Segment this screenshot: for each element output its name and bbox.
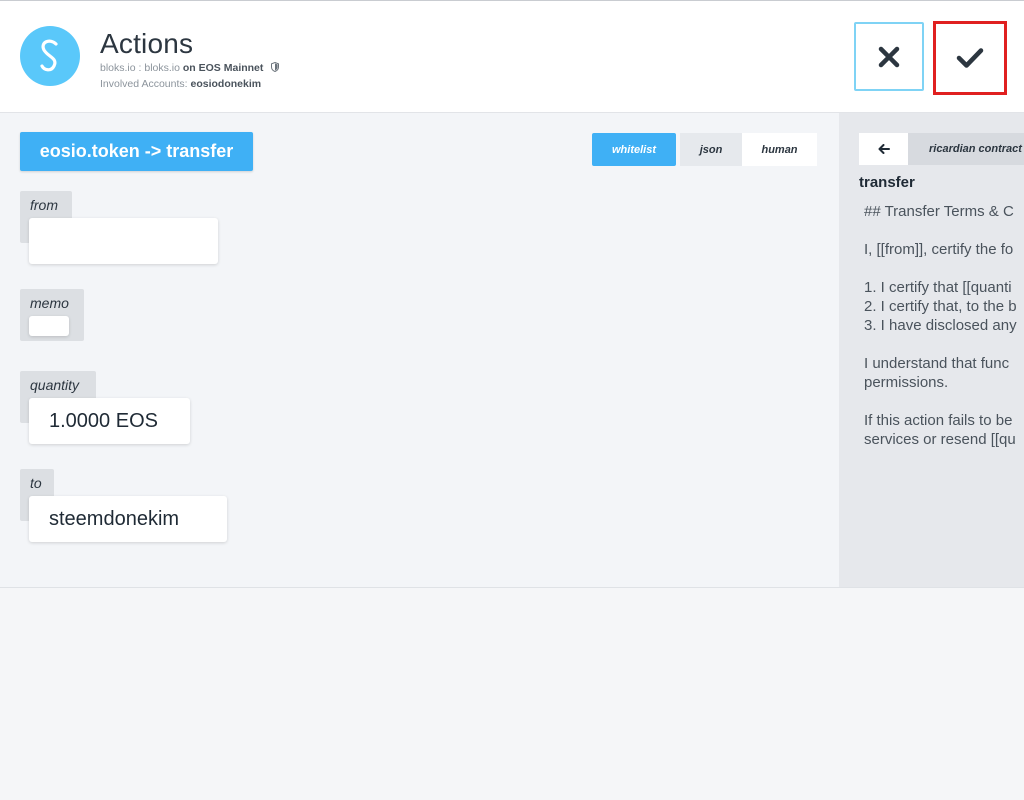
contract-line: If this action fails to be (864, 412, 1013, 429)
page-title: Actions (100, 28, 194, 59)
cancel-button[interactable] (854, 22, 924, 91)
contract-line: permissions. (864, 374, 949, 391)
source-prefix: bloks.io : bloks.io (100, 62, 180, 74)
view-tabs: whitelist json human (592, 133, 817, 166)
field-label-text: memo (30, 295, 69, 311)
quantity-field[interactable]: 1.0000 EOS (29, 398, 190, 444)
tab-human[interactable]: human (742, 133, 817, 166)
contract-title: transfer (859, 174, 915, 191)
confirm-button[interactable] (933, 21, 1007, 95)
accounts-value: eosiodonekim (190, 78, 262, 90)
action-panel: eosio.token -> transfer whitelist json h… (0, 113, 839, 587)
contract-line: services or resend [[qu (864, 431, 1016, 448)
field-label-text: from (30, 197, 58, 213)
arrow-left-icon (878, 144, 890, 154)
contract-line: I understand that func (864, 355, 1010, 372)
involved-accounts-line: Involved Accounts: eosiodonekim (100, 78, 261, 90)
checkmark-icon (956, 48, 984, 68)
action-name-badge: eosio.token -> transfer (20, 132, 253, 171)
accounts-label: Involved Accounts: (100, 78, 188, 90)
scatter-logo (20, 26, 80, 86)
field-label-text: quantity (30, 377, 80, 393)
contract-line: 3. I have disclosed any (864, 317, 1017, 334)
to-field[interactable]: steemdonekim (29, 496, 227, 542)
contract-line: 2. I certify that, to the b (864, 298, 1017, 315)
scatter-logo-icon (40, 39, 58, 72)
contract-line: I, [[from]], certify the fo (864, 241, 1014, 258)
from-field[interactable] (29, 218, 218, 264)
header: Actions bloks.io : bloks.io on EOS Mainn… (0, 0, 1024, 113)
tab-ricardian-contract[interactable]: ricardian contract (908, 133, 1024, 165)
contract-line: 1. I certify that [[quanti (864, 279, 1012, 296)
section-divider (0, 587, 1024, 588)
tab-json[interactable]: json (680, 133, 742, 166)
field-label-text: to (30, 475, 42, 491)
back-button[interactable] (859, 133, 908, 165)
close-icon (878, 46, 900, 67)
page: Actions bloks.io : bloks.io on EOS Mainn… (0, 0, 1024, 800)
memo-field[interactable] (29, 316, 69, 336)
network-name: on EOS Mainnet (182, 62, 264, 74)
shield-icon (271, 62, 280, 72)
source-line: bloks.io : bloks.io on EOS Mainnet (100, 62, 280, 74)
tab-whitelist[interactable]: whitelist (592, 133, 676, 166)
contract-panel: ricardian contract transfer ## Transfer … (839, 113, 1024, 587)
contract-line: ## Transfer Terms & C (864, 203, 1014, 220)
